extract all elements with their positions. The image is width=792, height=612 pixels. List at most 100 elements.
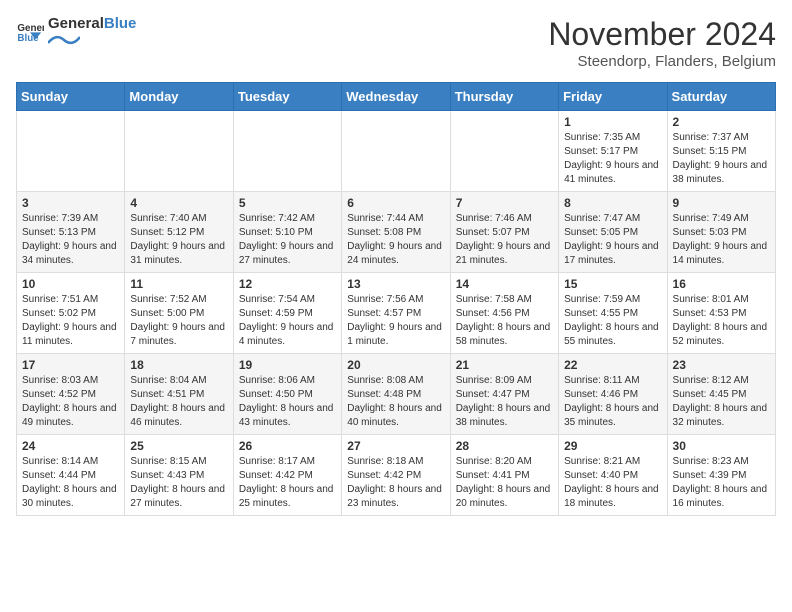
day-number: 20 — [347, 358, 444, 372]
day-info: Sunrise: 8:23 AM Sunset: 4:39 PM Dayligh… — [673, 455, 770, 511]
day-number: 2 — [673, 115, 770, 129]
day-number: 16 — [673, 277, 770, 291]
day-info: Sunrise: 8:14 AM Sunset: 4:44 PM Dayligh… — [22, 455, 119, 511]
day-info: Sunrise: 8:12 AM Sunset: 4:45 PM Dayligh… — [673, 374, 770, 430]
title-block: November 2024 Steendorp, Flanders, Belgi… — [548, 16, 776, 70]
table-row: 18 Sunrise: 8:04 AM Sunset: 4:51 PM Dayli… — [125, 354, 233, 435]
day-number: 15 — [564, 277, 661, 291]
day-info: Sunrise: 7:37 AM Sunset: 5:15 PM Dayligh… — [673, 131, 770, 187]
day-info: Sunrise: 7:56 AM Sunset: 4:57 PM Dayligh… — [347, 293, 444, 349]
table-row — [342, 111, 450, 192]
day-number: 10 — [22, 277, 119, 291]
day-number: 23 — [673, 358, 770, 372]
table-row: 3 Sunrise: 7:39 AM Sunset: 5:13 PM Daylig… — [17, 192, 125, 273]
day-info: Sunrise: 7:39 AM Sunset: 5:13 PM Dayligh… — [22, 212, 119, 268]
table-row: 23 Sunrise: 8:12 AM Sunset: 4:45 PM Dayli… — [667, 354, 775, 435]
table-row: 6Sunrise: 7:44 AM Sunset: 5:08 PM Daylig… — [342, 192, 450, 273]
logo-icon: General Blue — [16, 17, 44, 45]
day-info: Sunrise: 8:15 AM Sunset: 4:43 PM Dayligh… — [130, 455, 227, 511]
day-number: 27 — [347, 439, 444, 453]
day-number: 14 — [456, 277, 553, 291]
table-row: 13 Sunrise: 7:56 AM Sunset: 4:57 PM Dayli… — [342, 273, 450, 354]
day-number: 30 — [673, 439, 770, 453]
calendar-week-row: 1 Sunrise: 7:35 AM Sunset: 5:17 PM Daylig… — [17, 111, 776, 192]
table-row: 30 Sunrise: 8:23 AM Sunset: 4:39 PM Dayli… — [667, 435, 775, 516]
day-info: Sunrise: 8:21 AM Sunset: 4:40 PM Dayligh… — [564, 455, 661, 511]
header-sunday: Sunday — [17, 83, 125, 111]
table-row: 12Sunrise: 7:54 AM Sunset: 4:59 PM Dayli… — [233, 273, 341, 354]
header-wednesday: Wednesday — [342, 83, 450, 111]
table-row: 26 Sunrise: 8:17 AM Sunset: 4:42 PM Dayli… — [233, 435, 341, 516]
table-row: 4Sunrise: 7:40 AM Sunset: 5:12 PM Daylig… — [125, 192, 233, 273]
calendar-table: Sunday Monday Tuesday Wednesday Thursday… — [16, 82, 776, 516]
day-number: 1 — [564, 115, 661, 129]
day-number: 3 — [22, 196, 119, 210]
header-saturday: Saturday — [667, 83, 775, 111]
calendar-week-row: 10 Sunrise: 7:51 AM Sunset: 5:02 PM Dayli… — [17, 273, 776, 354]
page-title: November 2024 — [548, 16, 776, 53]
day-number: 13 — [347, 277, 444, 291]
table-row: 7Sunrise: 7:46 AM Sunset: 5:07 PM Daylig… — [450, 192, 558, 273]
table-row: 24 Sunrise: 8:14 AM Sunset: 4:44 PM Dayli… — [17, 435, 125, 516]
table-row: 9 Sunrise: 7:49 AM Sunset: 5:03 PM Daylig… — [667, 192, 775, 273]
day-number: 22 — [564, 358, 661, 372]
day-info: Sunrise: 7:42 AM Sunset: 5:10 PM Dayligh… — [239, 212, 336, 268]
day-info: Sunrise: 8:09 AM Sunset: 4:47 PM Dayligh… — [456, 374, 553, 430]
day-info: Sunrise: 7:40 AM Sunset: 5:12 PM Dayligh… — [130, 212, 227, 268]
day-number: 6 — [347, 196, 444, 210]
day-number: 11 — [130, 277, 227, 291]
day-number: 29 — [564, 439, 661, 453]
day-number: 5 — [239, 196, 336, 210]
table-row — [450, 111, 558, 192]
table-row — [125, 111, 233, 192]
day-number: 17 — [22, 358, 119, 372]
day-info: Sunrise: 8:04 AM Sunset: 4:51 PM Dayligh… — [130, 374, 227, 430]
table-row: 14 Sunrise: 7:58 AM Sunset: 4:56 PM Dayli… — [450, 273, 558, 354]
table-row: 2 Sunrise: 7:37 AM Sunset: 5:15 PM Daylig… — [667, 111, 775, 192]
table-row: 25 Sunrise: 8:15 AM Sunset: 4:43 PM Dayli… — [125, 435, 233, 516]
table-row: 8Sunrise: 7:47 AM Sunset: 5:05 PM Daylig… — [559, 192, 667, 273]
day-info: Sunrise: 7:46 AM Sunset: 5:07 PM Dayligh… — [456, 212, 553, 268]
day-number: 18 — [130, 358, 227, 372]
logo-blue: Blue — [104, 15, 137, 32]
calendar-week-row: 3 Sunrise: 7:39 AM Sunset: 5:13 PM Daylig… — [17, 192, 776, 273]
header-friday: Friday — [559, 83, 667, 111]
table-row — [233, 111, 341, 192]
day-info: Sunrise: 8:08 AM Sunset: 4:48 PM Dayligh… — [347, 374, 444, 430]
day-info: Sunrise: 8:17 AM Sunset: 4:42 PM Dayligh… — [239, 455, 336, 511]
day-info: Sunrise: 7:58 AM Sunset: 4:56 PM Dayligh… — [456, 293, 553, 349]
table-row: 10 Sunrise: 7:51 AM Sunset: 5:02 PM Dayli… — [17, 273, 125, 354]
table-row: 5 Sunrise: 7:42 AM Sunset: 5:10 PM Daylig… — [233, 192, 341, 273]
page-subtitle: Steendorp, Flanders, Belgium — [548, 53, 776, 70]
day-number: 21 — [456, 358, 553, 372]
table-row: 17Sunrise: 8:03 AM Sunset: 4:52 PM Dayli… — [17, 354, 125, 435]
day-number: 19 — [239, 358, 336, 372]
table-row: 29 Sunrise: 8:21 AM Sunset: 4:40 PM Dayli… — [559, 435, 667, 516]
day-info: Sunrise: 8:18 AM Sunset: 4:42 PM Dayligh… — [347, 455, 444, 511]
page-header: General Blue GeneralBlue November 2024 S… — [16, 16, 776, 70]
day-info: Sunrise: 8:06 AM Sunset: 4:50 PM Dayligh… — [239, 374, 336, 430]
logo-wave-icon — [48, 33, 80, 47]
day-info: Sunrise: 8:20 AM Sunset: 4:41 PM Dayligh… — [456, 455, 553, 511]
table-row: 22Sunrise: 8:11 AM Sunset: 4:46 PM Dayli… — [559, 354, 667, 435]
day-info: Sunrise: 7:52 AM Sunset: 5:00 PM Dayligh… — [130, 293, 227, 349]
table-row: 28Sunrise: 8:20 AM Sunset: 4:41 PM Dayli… — [450, 435, 558, 516]
logo: General Blue GeneralBlue — [16, 16, 136, 47]
day-number: 26 — [239, 439, 336, 453]
header-tuesday: Tuesday — [233, 83, 341, 111]
day-number: 9 — [673, 196, 770, 210]
day-info: Sunrise: 8:01 AM Sunset: 4:53 PM Dayligh… — [673, 293, 770, 349]
day-info: Sunrise: 7:49 AM Sunset: 5:03 PM Dayligh… — [673, 212, 770, 268]
table-row — [17, 111, 125, 192]
day-info: Sunrise: 7:35 AM Sunset: 5:17 PM Dayligh… — [564, 131, 661, 187]
table-row: 27 Sunrise: 8:18 AM Sunset: 4:42 PM Dayli… — [342, 435, 450, 516]
table-row: 20 Sunrise: 8:08 AM Sunset: 4:48 PM Dayli… — [342, 354, 450, 435]
table-row: 21 Sunrise: 8:09 AM Sunset: 4:47 PM Dayli… — [450, 354, 558, 435]
day-number: 25 — [130, 439, 227, 453]
day-number: 24 — [22, 439, 119, 453]
logo-general: General — [48, 15, 104, 32]
svg-text:Blue: Blue — [17, 33, 39, 44]
calendar-header-row: Sunday Monday Tuesday Wednesday Thursday… — [17, 83, 776, 111]
day-info: Sunrise: 7:51 AM Sunset: 5:02 PM Dayligh… — [22, 293, 119, 349]
table-row: 1 Sunrise: 7:35 AM Sunset: 5:17 PM Daylig… — [559, 111, 667, 192]
